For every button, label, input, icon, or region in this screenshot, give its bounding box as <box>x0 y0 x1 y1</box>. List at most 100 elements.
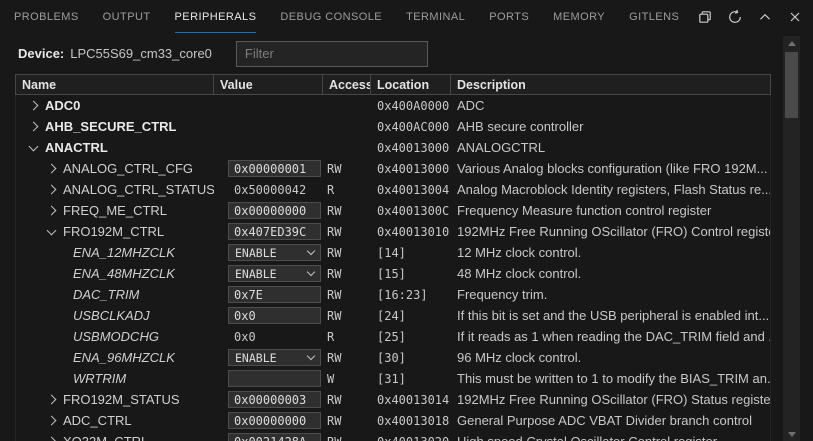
value-input[interactable] <box>228 202 321 219</box>
value-cell <box>214 431 323 441</box>
value-select[interactable]: ENABLE <box>228 265 321 282</box>
chevron-right-icon[interactable] <box>29 122 39 132</box>
chevron-down-icon[interactable] <box>29 141 39 151</box>
chevron-right-icon[interactable] <box>47 164 57 174</box>
scroll-up-arrow-icon[interactable] <box>783 36 800 50</box>
table-row[interactable]: ENA_96MHZCLKENABLERW[30]96 MHz clock con… <box>16 347 770 368</box>
table-row[interactable]: ANALOG_CTRL_STATUS0x50000042R0x40013004A… <box>16 179 770 200</box>
chevron-right-icon[interactable] <box>29 101 39 111</box>
chevron-right-icon[interactable] <box>47 395 57 405</box>
description-cell: 192MHz Free Running OScillator (FRO) Con… <box>451 221 770 242</box>
refresh-icon[interactable] <box>723 5 747 29</box>
value-select[interactable]: ENABLE <box>228 349 321 366</box>
close-panel-icon[interactable] <box>783 5 807 29</box>
access-cell: RW <box>323 242 371 263</box>
value-input[interactable] <box>228 307 321 324</box>
register-name-cell: XO32M_CTRL <box>16 431 214 441</box>
scrollbar-thumb[interactable] <box>785 52 798 118</box>
value-select-label: ENABLE <box>235 351 277 365</box>
location-cell: [24] <box>371 305 451 326</box>
chevron-down-icon <box>307 352 315 360</box>
description-cell: Frequency trim. <box>451 284 770 305</box>
register-name: FRO192M_STATUS <box>63 392 180 407</box>
maximize-panel-chevron-up-icon[interactable] <box>753 5 777 29</box>
location-cell: [30] <box>371 347 451 368</box>
table-row[interactable]: WRTRIMW[31]This must be written to 1 to … <box>16 368 770 389</box>
value-input[interactable] <box>228 391 321 408</box>
panel-actions <box>693 0 807 33</box>
location-cell: 0x40013000 <box>371 158 451 179</box>
location-cell: [14] <box>371 242 451 263</box>
description-cell: AHB secure controller <box>451 116 770 137</box>
panel-tab-terminal[interactable]: TERMINAL <box>406 0 465 33</box>
value-input[interactable] <box>228 433 321 441</box>
table-row[interactable]: DAC_TRIMRW[16:23]Frequency trim. <box>16 284 770 305</box>
description-cell: General Purpose ADC VBAT Divider branch … <box>451 410 770 431</box>
table-row[interactable]: ENA_12MHZCLKENABLERW[14]12 MHz clock con… <box>16 242 770 263</box>
table-row[interactable]: ADC00x400A0000ADC <box>16 95 770 116</box>
panel-tab-memory[interactable]: MEMORY <box>553 0 605 33</box>
panel-tab-peripherals[interactable]: PERIPHERALS <box>175 0 257 33</box>
vertical-scrollbar[interactable] <box>783 36 800 441</box>
panel-tab-ports[interactable]: PORTS <box>489 0 529 33</box>
scroll-down-arrow-icon[interactable] <box>783 427 800 441</box>
table-row[interactable]: FRO192M_CTRLRW0x40013010192MHz Free Runn… <box>16 221 770 242</box>
registers-table: NameValueAccessLocationDescription ADC00… <box>15 74 771 441</box>
value-select-label: ENABLE <box>235 246 277 260</box>
description-cell: If it reads as 1 when reading the DAC_TR… <box>451 326 770 347</box>
chevron-right-icon[interactable] <box>47 437 57 441</box>
chevron-right-icon[interactable] <box>47 206 57 216</box>
split-panel-icon[interactable] <box>693 5 717 29</box>
device-label: Device: <box>18 46 64 61</box>
chevron-right-icon[interactable] <box>47 416 57 426</box>
location-cell: 0x400A0000 <box>371 95 451 116</box>
panel-tab-problems[interactable]: PROBLEMS <box>14 0 79 33</box>
table-row[interactable]: FREQ_ME_CTRLRW0x4001300CFrequency Measur… <box>16 200 770 221</box>
table-row[interactable]: AHB_SECURE_CTRL0x400AC000AHB secure cont… <box>16 116 770 137</box>
access-cell: RW <box>323 389 371 410</box>
table-row[interactable]: FRO192M_STATUSRW0x40013014192MHz Free Ru… <box>16 389 770 410</box>
value-cell <box>214 305 323 326</box>
value-readonly: 0x50000042 <box>228 183 306 197</box>
description-cell: High speed Crystal Oscillator Control re… <box>451 431 770 441</box>
register-name-cell: ENA_48MHZCLK <box>16 263 214 284</box>
panel-tab-output[interactable]: OUTPUT <box>103 0 151 33</box>
table-row[interactable]: ADC_CTRLRW0x40013018General Purpose ADC … <box>16 410 770 431</box>
filter-input[interactable] <box>236 41 428 67</box>
access-cell: R <box>323 326 371 347</box>
table-row[interactable]: USBCLKADJRW[24]If this bit is set and th… <box>16 305 770 326</box>
value-cell <box>214 368 323 389</box>
register-name-cell: AHB_SECURE_CTRL <box>16 116 214 137</box>
table-header: NameValueAccessLocationDescription <box>15 74 771 95</box>
value-cell: ENABLE <box>214 263 323 284</box>
value-cell <box>214 200 323 221</box>
table-row[interactable]: XO32M_CTRLRW0x40013020High speed Crystal… <box>16 431 770 441</box>
access-cell: W <box>323 368 371 389</box>
register-name: ANALOG_CTRL_STATUS <box>63 182 214 197</box>
location-cell: 0x40013014 <box>371 389 451 410</box>
value-input[interactable] <box>228 160 321 177</box>
panel-tab-debug-console[interactable]: DEBUG CONSOLE <box>280 0 382 33</box>
value-select[interactable]: ENABLE <box>228 244 321 261</box>
location-cell: 0x40013004 <box>371 179 451 200</box>
table-row[interactable]: ANALOG_CTRL_CFGRW0x40013000Various Analo… <box>16 158 770 179</box>
chevron-right-icon[interactable] <box>47 185 57 195</box>
value-input[interactable] <box>228 370 321 387</box>
value-input[interactable] <box>228 412 321 429</box>
table-body: ADC00x400A0000ADCAHB_SECURE_CTRL0x400AC0… <box>15 95 771 441</box>
register-name: DAC_TRIM <box>73 287 139 302</box>
value-input[interactable] <box>228 223 321 240</box>
value-input[interactable] <box>228 286 321 303</box>
register-name: XO32M_CTRL <box>63 434 148 441</box>
table-row[interactable]: ANACTRL0x40013000ANALOGCTRL <box>16 137 770 158</box>
table-row[interactable]: USBMODCHG0x0R[25]If it reads as 1 when r… <box>16 326 770 347</box>
register-name-cell: FREQ_ME_CTRL <box>16 200 214 221</box>
value-cell <box>214 137 323 158</box>
value-cell <box>214 410 323 431</box>
register-name-cell: USBMODCHG <box>16 326 214 347</box>
panel-tab-gitlens[interactable]: GITLENS <box>629 0 679 33</box>
chevron-down-icon[interactable] <box>47 225 57 235</box>
register-name-cell: ENA_12MHZCLK <box>16 242 214 263</box>
table-row[interactable]: ENA_48MHZCLKENABLERW[15]48 MHz clock con… <box>16 263 770 284</box>
access-cell: RW <box>323 410 371 431</box>
